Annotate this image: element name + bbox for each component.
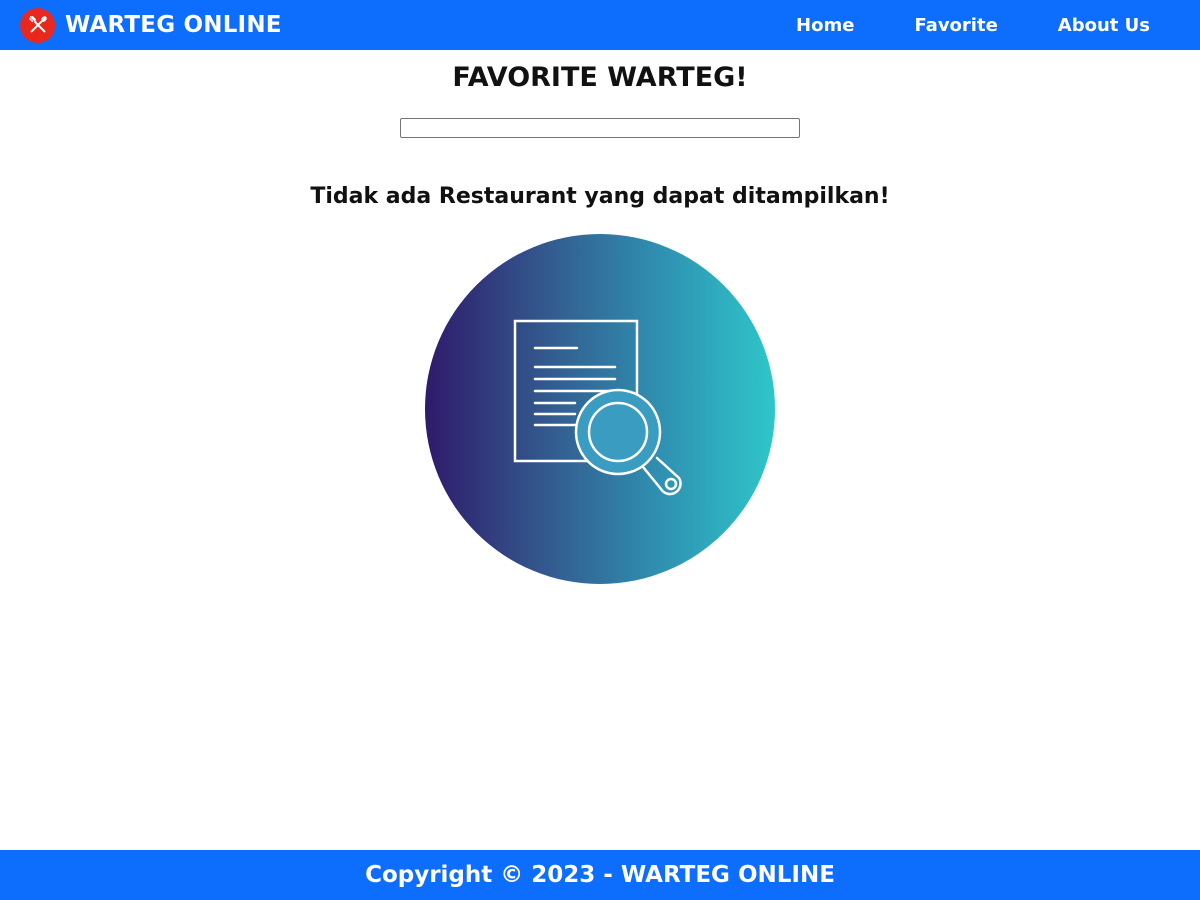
brand-name: WARTEG ONLINE <box>65 12 282 38</box>
empty-state-message: Tidak ada Restaurant yang dapat ditampil… <box>310 184 890 209</box>
nav-menu: Home Favorite About Us <box>736 15 1200 36</box>
nav-home-link[interactable]: Home <box>796 15 854 36</box>
page-title: FAVORITE WARTEG! <box>452 62 748 93</box>
brand-link[interactable]: WARTEG ONLINE <box>0 7 282 43</box>
search-input[interactable] <box>400 118 800 138</box>
nav-favorite-link[interactable]: Favorite <box>914 15 997 36</box>
navbar: WARTEG ONLINE Home Favorite About Us <box>0 0 1200 50</box>
nav-about-link[interactable]: About Us <box>1058 15 1150 36</box>
footer: Copyright © 2023 - WARTEG ONLINE <box>0 850 1200 900</box>
document-search-icon <box>425 234 775 584</box>
utensils-icon <box>20 7 55 43</box>
footer-copyright: Copyright © 2023 - WARTEG ONLINE <box>365 862 835 888</box>
